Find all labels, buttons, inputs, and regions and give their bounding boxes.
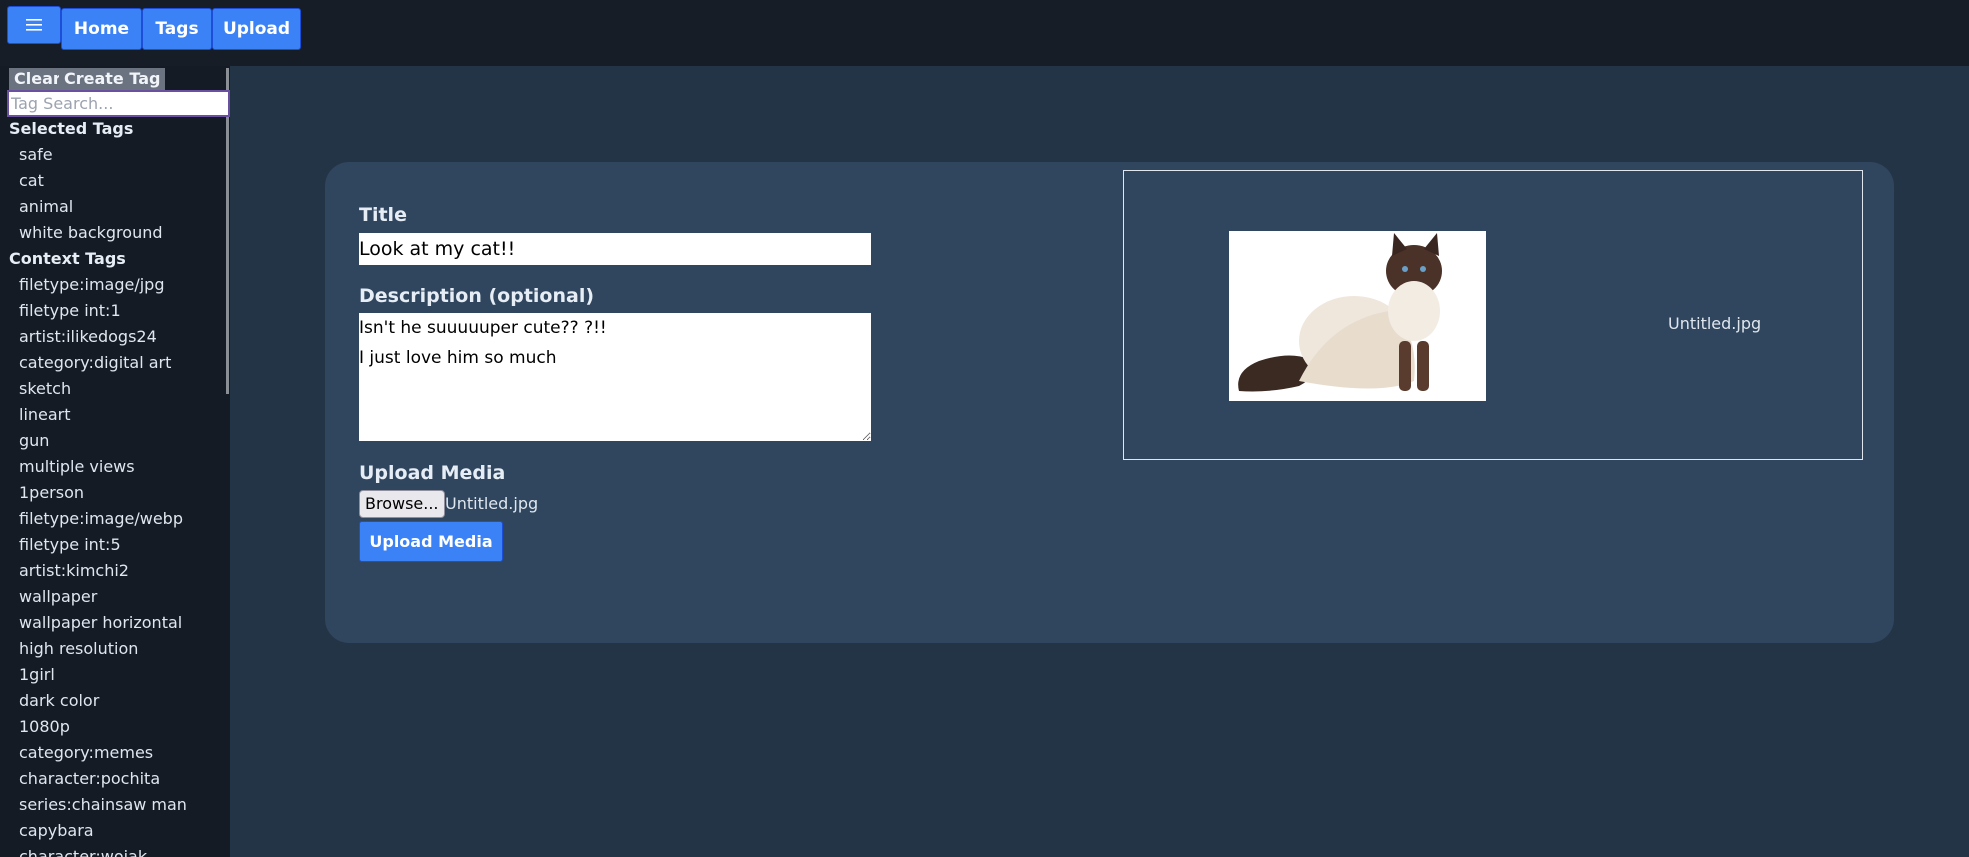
- tag-item[interactable]: category:digital art: [9, 350, 224, 376]
- upload-media-label: Upload Media: [359, 462, 506, 484]
- tag-item[interactable]: dark color: [9, 688, 224, 714]
- selected-file-name: Untitled.jpg: [445, 494, 539, 513]
- selected-tags-heading: Selected Tags: [9, 119, 134, 138]
- tag-item[interactable]: filetype int:1: [9, 298, 224, 324]
- tag-item[interactable]: character:wojak: [9, 844, 224, 857]
- tag-item[interactable]: character:pochita: [9, 766, 224, 792]
- tag-item[interactable]: cat: [9, 168, 224, 194]
- tag-item[interactable]: artist:kimchi2: [9, 558, 224, 584]
- nav-tags[interactable]: Tags: [142, 8, 212, 50]
- tag-sidebar: Clear Create Tag Selected Tags safecatan…: [0, 66, 230, 857]
- menu-button[interactable]: [7, 6, 61, 44]
- tag-search-input[interactable]: [7, 90, 230, 117]
- tag-item[interactable]: high resolution: [9, 636, 224, 662]
- browse-button[interactable]: Browse...: [359, 490, 445, 518]
- description-textarea[interactable]: Isn't he suuuuuper cute?? ?!! I just lov…: [359, 313, 871, 441]
- upload-media-button[interactable]: Upload Media: [359, 521, 503, 562]
- tag-item[interactable]: 1person: [9, 480, 224, 506]
- preview-file-name: Untitled.jpg: [1668, 314, 1762, 333]
- tag-item[interactable]: gun: [9, 428, 224, 454]
- nav-upload[interactable]: Upload: [212, 8, 301, 50]
- clear-button[interactable]: Clear: [9, 68, 66, 90]
- tag-item[interactable]: white background: [9, 220, 224, 246]
- context-tags-heading: Context Tags: [9, 249, 126, 268]
- tag-item[interactable]: capybara: [9, 818, 224, 844]
- tag-item[interactable]: filetype:image/webp: [9, 506, 224, 532]
- tag-item[interactable]: artist:ilikedogs24: [9, 324, 224, 350]
- nav-home[interactable]: Home: [61, 8, 142, 50]
- cat-image-thumbnail: [1229, 231, 1486, 401]
- tag-item[interactable]: multiple views: [9, 454, 224, 480]
- tag-item[interactable]: safe: [9, 142, 224, 168]
- top-nav-bar: Home Tags Upload: [0, 0, 1969, 66]
- tag-item[interactable]: sketch: [9, 376, 224, 402]
- tag-item[interactable]: 1girl: [9, 662, 224, 688]
- tag-item[interactable]: filetype:image/jpg: [9, 272, 224, 298]
- tag-item[interactable]: category:memes: [9, 740, 224, 766]
- tag-item[interactable]: wallpaper horizontal: [9, 610, 224, 636]
- description-label: Description (optional): [359, 285, 595, 307]
- tag-item[interactable]: lineart: [9, 402, 224, 428]
- title-label: Title: [359, 204, 407, 226]
- tag-item[interactable]: wallpaper: [9, 584, 224, 610]
- media-preview: Untitled.jpg: [1123, 170, 1863, 460]
- title-input[interactable]: [359, 233, 871, 265]
- tag-item[interactable]: animal: [9, 194, 224, 220]
- tag-item[interactable]: filetype int:5: [9, 532, 224, 558]
- create-tag-button[interactable]: Create Tag: [59, 68, 166, 90]
- tag-item[interactable]: series:chainsaw man: [9, 792, 224, 818]
- hamburger-icon: [26, 19, 42, 31]
- tag-item[interactable]: 1080p: [9, 714, 224, 740]
